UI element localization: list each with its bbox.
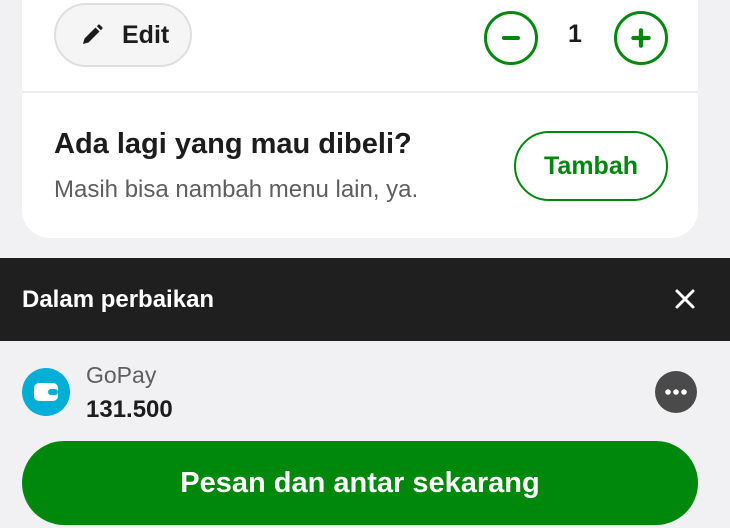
upsell-subtitle: Masih bisa nambah menu lain, ya. <box>54 176 419 203</box>
pencil-icon <box>83 24 103 44</box>
more-options-button[interactable] <box>655 371 697 413</box>
add-more-button[interactable]: Tambah <box>514 131 668 201</box>
minus-icon <box>502 36 520 40</box>
edit-button[interactable]: Edit <box>54 3 192 67</box>
wallet-icon <box>22 368 70 416</box>
cart-screen: Edit 1 Ada lagi yang mau dibeli? Masih b… <box>0 0 730 528</box>
plus-icon <box>631 28 651 48</box>
banner-text: Dalam perbaikan <box>22 286 215 313</box>
more-icon <box>665 389 687 395</box>
close-icon[interactable] <box>670 284 700 314</box>
quantity-value: 1 <box>568 20 582 48</box>
payment-method-name: GoPay <box>86 362 157 388</box>
decrease-quantity-button[interactable] <box>484 11 538 65</box>
divider <box>22 91 698 93</box>
edit-label: Edit <box>122 20 170 49</box>
place-order-button[interactable]: Pesan dan antar sekarang <box>22 441 698 525</box>
upsell-title: Ada lagi yang mau dibeli? <box>54 128 412 160</box>
payment-balance: 131.500 <box>86 396 173 423</box>
increase-quantity-button[interactable] <box>614 11 668 65</box>
maintenance-banner: Dalam perbaikan <box>0 258 730 341</box>
